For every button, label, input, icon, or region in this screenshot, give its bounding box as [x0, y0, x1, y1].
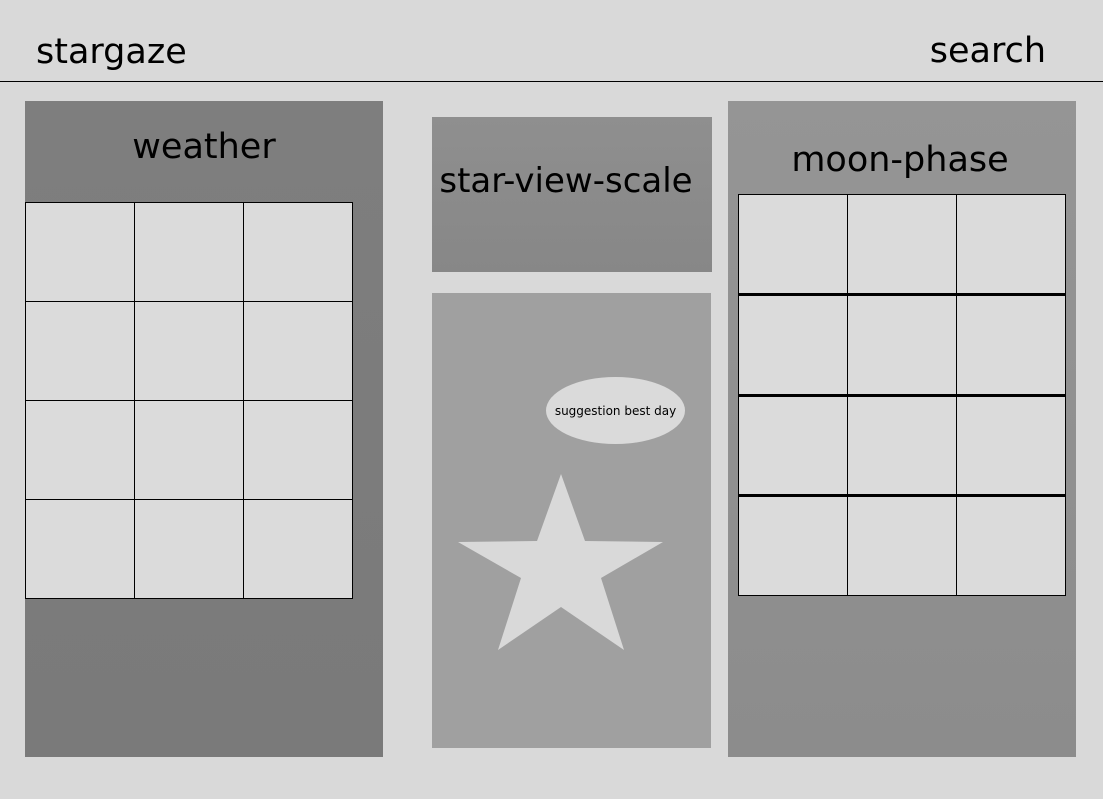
weather-cell[interactable]	[26, 203, 135, 302]
weather-cell[interactable]	[244, 302, 353, 401]
weather-cell[interactable]	[244, 500, 353, 599]
suggestion-panel: suggestion best day	[432, 293, 711, 748]
weather-cell[interactable]	[26, 401, 135, 500]
weather-cell[interactable]	[26, 302, 135, 401]
moon-phase-cell[interactable]	[957, 295, 1066, 395]
search-link[interactable]: search	[930, 29, 1046, 73]
weather-grid	[25, 202, 353, 599]
moon-phase-cell[interactable]	[848, 295, 957, 395]
moon-phase-grid	[738, 194, 1066, 596]
weather-cell[interactable]	[135, 302, 244, 401]
weather-cell[interactable]	[244, 401, 353, 500]
weather-cell[interactable]	[135, 203, 244, 302]
star-shape	[458, 474, 663, 650]
weather-cell[interactable]	[244, 203, 353, 302]
star-view-scale-panel: star-view-scale	[432, 117, 712, 272]
moon-phase-cell[interactable]	[848, 195, 957, 294]
star-view-scale-title: star-view-scale	[439, 161, 693, 201]
weather-cell[interactable]	[135, 401, 244, 500]
app-title: stargaze	[36, 32, 187, 72]
moon-phase-panel: moon-phase	[728, 101, 1076, 757]
weather-cell[interactable]	[135, 500, 244, 599]
moon-phase-cell[interactable]	[848, 396, 957, 496]
moon-phase-cell[interactable]	[957, 396, 1066, 496]
weather-panel: weather	[25, 101, 383, 757]
moon-phase-cell[interactable]	[739, 497, 848, 596]
header: stargaze search	[0, 0, 1103, 82]
suggestion-best-day-bubble[interactable]: suggestion best day	[546, 377, 685, 444]
moon-phase-cell[interactable]	[957, 195, 1066, 294]
weather-cell[interactable]	[26, 500, 135, 599]
moon-phase-cell[interactable]	[739, 396, 848, 496]
moon-phase-cell[interactable]	[739, 195, 848, 294]
moon-phase-cell[interactable]	[739, 295, 848, 395]
moon-phase-cell[interactable]	[848, 497, 957, 596]
moon-phase-title: moon-phase	[791, 140, 1009, 180]
star-icon	[458, 474, 663, 650]
moon-phase-cell[interactable]	[957, 497, 1066, 596]
weather-title: weather	[132, 127, 276, 167]
